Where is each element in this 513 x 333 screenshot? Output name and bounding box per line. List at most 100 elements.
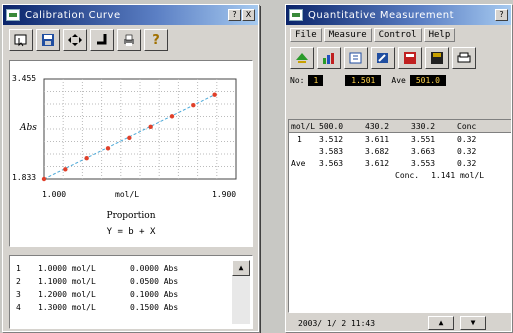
row-index: 2 xyxy=(16,277,21,286)
calibration-window: Calibration Curve ? X ? 3.455 Abs 1.833 xyxy=(2,4,259,332)
data-point xyxy=(169,114,175,119)
list-item[interactable]: 1 1.0000 mol/L 0.0000 Abs xyxy=(16,262,216,275)
scroll-down-button[interactable]: ▼ xyxy=(460,316,486,330)
title-bar[interactable]: Calibration Curve ? X xyxy=(3,5,258,25)
app-icon xyxy=(289,9,303,21)
row-index: 3 xyxy=(16,290,21,299)
data-point xyxy=(41,176,47,182)
cell: 0.32 xyxy=(457,134,477,144)
close-button[interactable]: X xyxy=(242,9,255,21)
open-icon[interactable] xyxy=(344,47,368,69)
print-icon[interactable] xyxy=(117,29,141,51)
formula-label: Y = b + X xyxy=(106,227,156,237)
cell: 0.32 xyxy=(457,146,477,156)
data-point xyxy=(191,103,196,108)
menu-measure[interactable]: Measure xyxy=(323,28,372,42)
chart-icon[interactable] xyxy=(317,47,341,69)
data-point xyxy=(63,167,68,172)
edit-icon[interactable] xyxy=(371,47,395,69)
row-index: 4 xyxy=(16,303,21,312)
y-top-tick-label: 3.455 xyxy=(12,74,37,83)
floppy-icon[interactable] xyxy=(425,47,449,69)
data-point xyxy=(148,124,153,129)
header-cell[interactable]: Conc xyxy=(457,122,497,131)
list-item[interactable]: 3 1.2000 mol/L 0.1000 Abs xyxy=(16,288,216,301)
x-axis-label: mol/L xyxy=(115,190,140,199)
x-left-tick-label: 1.000 xyxy=(42,190,67,199)
cell: 3.612 xyxy=(365,158,390,168)
window-title: Quantitative Measurement xyxy=(308,9,455,21)
pointer-tool-icon[interactable] xyxy=(9,29,33,51)
cell: 3.553 xyxy=(411,158,436,168)
reading-value: 1.501 xyxy=(345,75,382,86)
app-icon xyxy=(6,9,20,21)
results-table[interactable]: mol/L 500.0 430.2 330.2 Conc 1 3.512 3.6… xyxy=(288,119,511,313)
move-icon[interactable] xyxy=(63,29,87,51)
title-bar[interactable]: Quantitative Measurement ? xyxy=(286,5,511,25)
cell: 3.551 xyxy=(411,134,436,144)
cell: 3.583 xyxy=(319,146,344,156)
measurement-window: Quantitative Measurement ? File Measure … xyxy=(285,4,512,332)
status-bar: 2003/ 1/ 2 11:43 ▲ ▼ xyxy=(288,315,511,331)
status-row: No: 1 1.501 Ave 501.0 xyxy=(286,71,511,90)
scroll-up-button[interactable]: ▲ xyxy=(428,316,454,330)
x-right-tick-label: 1.900 xyxy=(212,190,237,199)
header-cell[interactable]: 430.2 xyxy=(365,122,411,131)
scroll-up-button[interactable]: ▲ xyxy=(232,260,250,276)
calculator-icon[interactable] xyxy=(398,47,422,69)
menu-control[interactable]: Control xyxy=(373,28,422,42)
toolbar xyxy=(286,45,511,71)
row-conc: 1.0000 mol/L xyxy=(38,264,96,273)
cell: 3.611 xyxy=(365,134,390,144)
table-header: mol/L 500.0 430.2 330.2 Conc xyxy=(289,120,511,133)
save-icon[interactable] xyxy=(36,29,60,51)
corner-icon[interactable] xyxy=(90,29,114,51)
row-index: 1 xyxy=(16,264,21,273)
data-point xyxy=(84,156,89,161)
proportion-label: Proportion xyxy=(106,211,156,221)
table-row[interactable]: Ave 3.563 3.612 3.553 0.32 xyxy=(289,157,511,169)
green-arrows-icon[interactable] xyxy=(290,47,314,69)
help-icon[interactable]: ? xyxy=(144,29,168,51)
header-cell[interactable]: 330.2 xyxy=(411,122,457,131)
sample-no-value: 1 xyxy=(308,75,324,86)
cell: 3.512 xyxy=(319,134,344,144)
row-conc: 1.3000 mol/L xyxy=(38,303,96,312)
scrollbar[interactable]: ▲ xyxy=(232,260,250,324)
table-row[interactable]: 1 3.512 3.611 3.551 0.32 xyxy=(289,133,511,145)
window-title: Calibration Curve xyxy=(25,9,121,21)
table-row[interactable]: 3.583 3.682 3.663 0.32 xyxy=(289,145,511,157)
list-item[interactable]: 2 1.1000 mol/L 0.0500 Abs xyxy=(16,275,216,288)
cell: Ave xyxy=(291,158,306,168)
header-cell[interactable]: 500.0 xyxy=(319,122,365,131)
conc-row: Conc. 1.141 mol/L xyxy=(289,169,511,181)
menu-bar: File Measure Control Help xyxy=(286,25,511,45)
conc-value: 1.141 mol/L xyxy=(431,170,485,180)
conc-label: Conc. xyxy=(395,170,420,180)
help-button[interactable]: ? xyxy=(495,9,508,21)
cell: 3.682 xyxy=(365,146,390,156)
data-point xyxy=(127,135,132,141)
data-list[interactable]: 1 1.0000 mol/L 0.0000 Abs 2 1.1000 mol/L 0.0… xyxy=(9,255,253,329)
row-abs: 0.1500 Abs xyxy=(130,303,179,312)
row-abs: 0.0000 Abs xyxy=(130,264,179,273)
help-button[interactable]: ? xyxy=(228,9,241,21)
avg-label: Ave xyxy=(391,76,406,85)
cell: 0.32 xyxy=(457,158,477,168)
chart-panel: 3.455 Abs 1.833 1.000 mol/L 1.900 Propor… xyxy=(9,60,253,247)
menu-file[interactable]: File xyxy=(290,28,322,42)
row-abs: 0.1000 Abs xyxy=(130,290,179,299)
cell: 3.663 xyxy=(411,146,436,156)
y-bottom-tick-label: 1.833 xyxy=(12,173,37,182)
header-cell[interactable]: mol/L xyxy=(289,122,319,131)
row-conc: 1.2000 mol/L xyxy=(38,290,96,299)
row-conc: 1.1000 mol/L xyxy=(38,277,96,286)
cell: 1 xyxy=(297,134,302,144)
print-icon[interactable] xyxy=(452,47,476,69)
cell: 3.563 xyxy=(319,158,344,168)
y-axis-label: Abs xyxy=(20,123,37,133)
data-point xyxy=(105,146,111,151)
menu-help[interactable]: Help xyxy=(423,28,456,42)
data-point xyxy=(212,92,217,97)
list-item[interactable]: 4 1.3000 mol/L 0.1500 Abs xyxy=(16,301,216,314)
